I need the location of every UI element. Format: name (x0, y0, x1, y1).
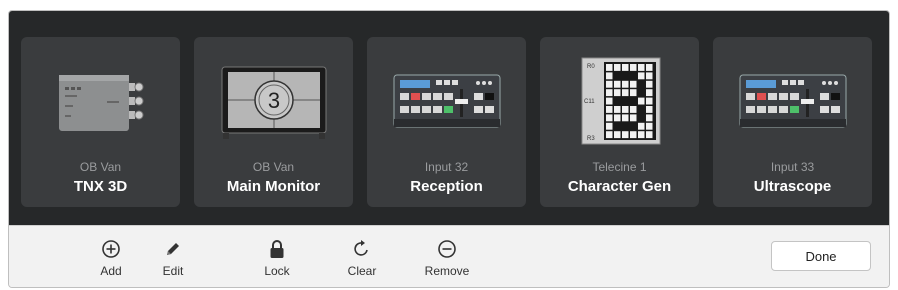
rotate-icon (332, 238, 392, 260)
add-label: Add (100, 264, 122, 278)
remove-button[interactable]: Remove (417, 238, 477, 278)
device-title: Character Gen (567, 178, 672, 195)
monitor-countdown-icon: 3 (218, 53, 329, 149)
device-title: Ultrascope (753, 178, 832, 195)
device-title: Main Monitor (226, 178, 321, 195)
device-subtitle: Telecine 1 (592, 160, 647, 174)
remove-label: Remove (424, 264, 470, 278)
countdown-digit: 3 (267, 88, 279, 113)
device-subtitle: OB Van (79, 160, 122, 174)
device-card-ultrascope[interactable]: Input 33 Ultrascope (713, 37, 872, 207)
edit-label: Edit (162, 264, 184, 278)
device-title: Reception (410, 178, 483, 195)
edit-button[interactable]: Edit (143, 238, 203, 278)
device-card-main-monitor[interactable]: 3 OB Van Main Monitor (194, 37, 353, 207)
plus-circle-icon (81, 238, 141, 260)
pencil-icon (143, 238, 203, 260)
grid-label-bottom: R3 (587, 136, 595, 142)
device-subtitle: Input 32 (424, 160, 469, 174)
device-card-character-gen[interactable]: R0 C11 R3 Telecine 1 Character Gen (540, 37, 699, 207)
device-subtitle: Input 33 (770, 160, 815, 174)
done-button[interactable]: Done (771, 241, 871, 271)
device-panel: OB Van TNX 3D 3 OB Van Main Monitor Inpu… (9, 11, 889, 225)
device-title: TNX 3D (73, 178, 128, 195)
grid-label-middle: C11 (584, 99, 595, 105)
device-card-reception[interactable]: Input 32 Reception (367, 37, 526, 207)
device-picker-window: OB Van TNX 3D 3 OB Van Main Monitor Inpu… (8, 10, 890, 288)
add-button[interactable]: Add (81, 238, 141, 278)
clear-label: Clear (347, 264, 377, 278)
grid-label-top: R0 (587, 64, 595, 70)
switcher-panel-icon (737, 53, 848, 149)
lock-label: Lock (264, 264, 290, 278)
device-card-tnx-3d[interactable]: OB Van TNX 3D (21, 37, 180, 207)
converter-box-icon (45, 53, 156, 149)
switcher-panel-icon (391, 53, 502, 149)
character-grid-icon: R0 C11 R3 (564, 53, 675, 149)
lock-icon (247, 238, 307, 260)
lock-button[interactable]: Lock (247, 238, 307, 278)
bottom-toolbar: Add Edit Lock Clear Remove Done (9, 225, 889, 287)
device-subtitle: OB Van (252, 160, 295, 174)
clear-button[interactable]: Clear (332, 238, 392, 278)
minus-circle-icon (417, 238, 477, 260)
